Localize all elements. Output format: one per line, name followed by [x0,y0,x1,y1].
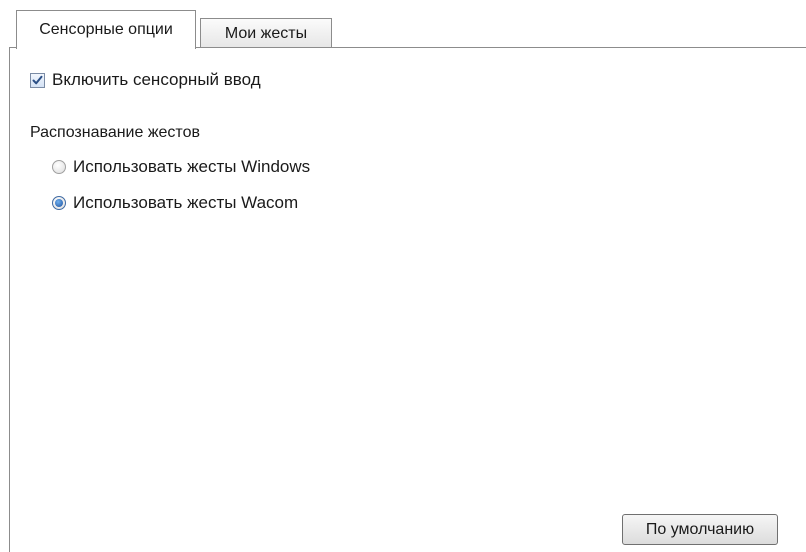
gesture-recognition-heading: Распознавание жестов [30,124,200,141]
tab-my-gestures-label: Мои жесты [224,24,308,42]
radio-wacom-gestures-row[interactable]: Использовать жесты Wacom [52,193,298,213]
radio-windows-gestures-row[interactable]: Использовать жесты Windows [52,157,310,177]
tab-touch-options-label: Сенсорные опции [39,21,173,38]
tab-strip: Сенсорные опции Мои жесты [0,0,806,49]
enable-touch-row[interactable]: Включить сенсорный ввод [30,70,261,90]
tab-panel [9,47,806,552]
default-button[interactable]: По умолчанию [622,514,778,545]
radio-wacom-gestures[interactable] [52,196,66,210]
tab-touch-options[interactable]: Сенсорные опции [16,10,196,49]
enable-touch-label: Включить сенсорный ввод [52,70,261,89]
tab-my-gestures[interactable]: Мои жесты [200,18,332,48]
radio-windows-gestures-label: Использовать жесты Windows [73,157,311,176]
enable-touch-checkbox[interactable] [30,72,45,88]
default-button-label: По умолчанию [645,520,755,538]
radio-wacom-gestures-label: Использовать жесты Wacom [73,193,299,212]
checkmark-icon [32,75,43,84]
radio-windows-gestures[interactable] [52,160,66,174]
